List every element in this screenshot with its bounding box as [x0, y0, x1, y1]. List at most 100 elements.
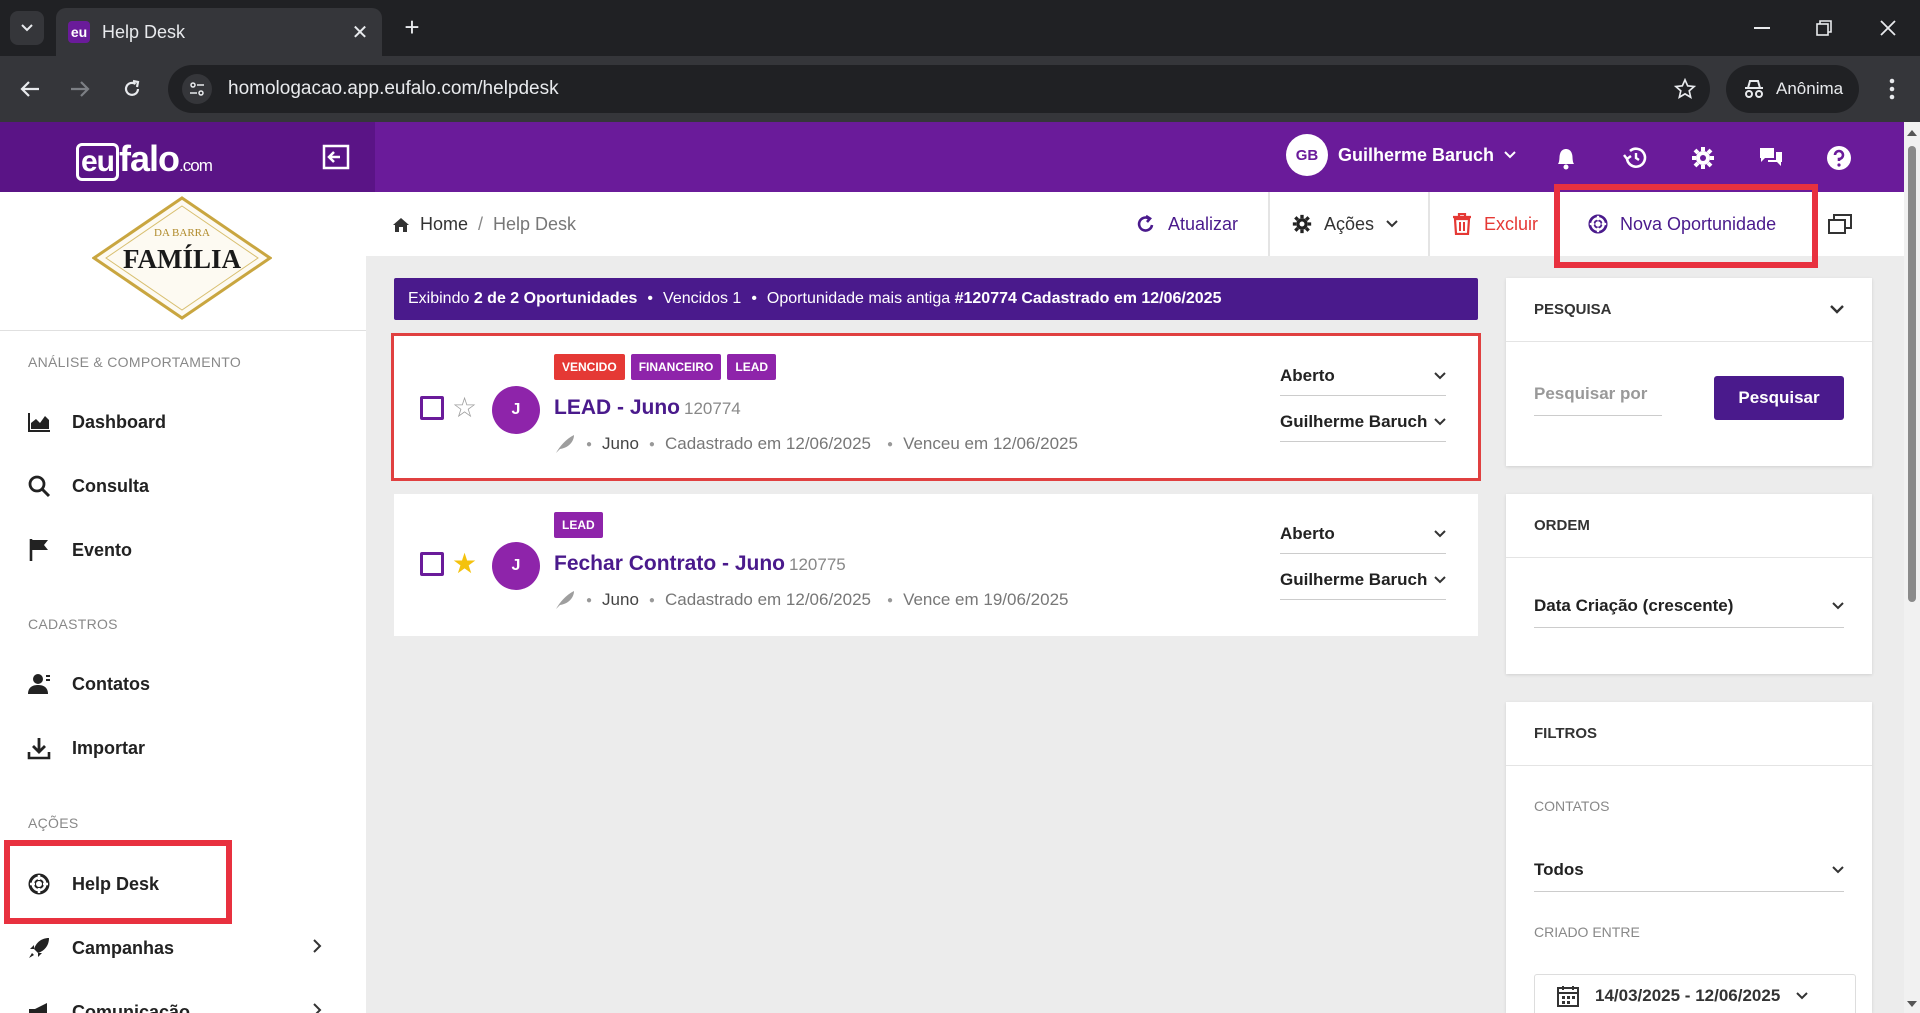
- refresh-button[interactable]: Atualizar: [1136, 192, 1238, 256]
- chevron-down-icon: [21, 24, 33, 32]
- collapse-sidebar-button[interactable]: [322, 144, 350, 170]
- status-select[interactable]: Aberto: [1280, 356, 1446, 396]
- tab-list-button[interactable]: [10, 11, 44, 45]
- breadcrumb-home[interactable]: Home: [420, 214, 468, 235]
- user-menu[interactable]: GB Guilherme Baruch: [1286, 134, 1516, 176]
- meta-bullet: ●: [887, 594, 894, 606]
- sidebar-item-label: Campanhas: [72, 937, 175, 958]
- status-select[interactable]: Aberto: [1280, 514, 1446, 554]
- highlight-box-new-opportunity: [1554, 184, 1818, 268]
- star-outline-icon[interactable]: ☆: [452, 394, 477, 422]
- settings-gear-icon[interactable]: [1689, 144, 1717, 172]
- sidebar-item-importar[interactable]: Importar: [26, 728, 346, 768]
- chevron-down-icon: [1832, 601, 1844, 609]
- date-range-picker[interactable]: 14/03/2025 - 12/06/2025: [1534, 974, 1856, 1013]
- summary-bullet: •: [751, 290, 757, 307]
- opportunity-title[interactable]: LEAD - Juno 120774: [554, 396, 741, 420]
- search-panel: PESQUISA Pesquisar por Pesquisar: [1506, 278, 1872, 466]
- section-title-acoes: AÇÕES: [28, 815, 79, 831]
- owner-select[interactable]: Guilherme Baruch: [1280, 560, 1446, 600]
- sidebar-item-label: Contatos: [72, 673, 150, 694]
- breadcrumb-separator: /: [478, 214, 484, 234]
- trash-icon: [1453, 213, 1471, 235]
- search-input[interactable]: Pesquisar por: [1534, 372, 1662, 416]
- order-select[interactable]: Data Criação (crescente): [1534, 584, 1844, 628]
- contacts-filter-select[interactable]: Todos: [1534, 848, 1844, 892]
- forward-button[interactable]: [64, 73, 96, 105]
- sidebar-item-dashboard[interactable]: Dashboard: [26, 402, 346, 442]
- sidebar-item-contatos[interactable]: Contatos: [26, 664, 346, 704]
- summary-bar: Exibindo 2 de 2 Oportunidades • Vencidos…: [394, 278, 1478, 320]
- chat-icon[interactable]: [1757, 144, 1785, 172]
- minimize-button[interactable]: [1744, 12, 1780, 44]
- back-button[interactable]: [14, 73, 46, 105]
- chevron-down-icon: [1434, 417, 1446, 425]
- tab-close-icon[interactable]: ✕: [348, 20, 372, 45]
- created-date: Cadastrado em 12/06/2025: [664, 434, 872, 453]
- created-between-label: CRIADO ENTRE: [1534, 924, 1640, 940]
- help-icon[interactable]: [1825, 144, 1853, 172]
- opportunity-meta: ● Juno ● Cadastrado em 12/06/2025 ● Venc…: [554, 434, 1078, 454]
- sidebar-item-evento[interactable]: Evento: [26, 530, 346, 570]
- scroll-thumb[interactable]: [1908, 146, 1916, 602]
- highlight-box-helpdesk: [4, 840, 232, 924]
- created-date: Cadastrado em 12/06/2025: [664, 590, 872, 609]
- delete-button[interactable]: Excluir: [1452, 192, 1538, 256]
- star-filled-icon[interactable]: ★: [452, 550, 477, 578]
- opportunity-id: 120774: [684, 399, 741, 418]
- incognito-indicator[interactable]: Anônima: [1726, 65, 1860, 113]
- logo-com: .com: [179, 156, 213, 175]
- restore-button[interactable]: [1806, 12, 1842, 44]
- contacts-icon: [26, 671, 52, 697]
- notifications-icon[interactable]: [1552, 144, 1580, 172]
- owner-value: Guilherme Baruch: [1280, 569, 1428, 589]
- opportunity-card[interactable]: ★ J LEAD Fechar Contrato - Juno 120775 ● …: [394, 494, 1478, 636]
- brand-logo[interactable]: DA BARRA FAMÍLIA: [92, 196, 272, 320]
- tag-list: VENCIDO FINANCEIRO LEAD: [554, 354, 777, 380]
- breadcrumb: Home / Help Desk: [392, 214, 576, 235]
- sidebar-item-label: Dashboard: [72, 411, 167, 432]
- date-range-value: 14/03/2025 - 12/06/2025: [1595, 986, 1781, 1005]
- order-panel-title: ORDEM: [1534, 517, 1590, 534]
- select-checkbox[interactable]: [420, 552, 444, 576]
- section-title-analise: ANÁLISE & COMPORTAMENTO: [28, 354, 242, 370]
- scroll-down-icon[interactable]: [1904, 997, 1920, 1011]
- scroll-up-icon[interactable]: [1904, 126, 1920, 140]
- home-icon: [393, 217, 409, 232]
- address-bar[interactable]: homologacao.app.eufalo.com/helpdesk: [168, 65, 1710, 113]
- incognito-icon: [1745, 80, 1763, 98]
- opportunity-title[interactable]: Fechar Contrato - Juno 120775: [554, 552, 846, 576]
- reload-button[interactable]: [116, 73, 148, 105]
- site-info-icon[interactable]: [182, 74, 212, 104]
- search-button[interactable]: Pesquisar: [1714, 376, 1844, 420]
- logo-area: eu falo.com: [0, 122, 375, 192]
- browser-menu-button[interactable]: [1876, 73, 1908, 105]
- history-icon[interactable]: [1621, 144, 1649, 172]
- eufalo-logo[interactable]: eu falo.com: [76, 138, 213, 181]
- tag-list: LEAD: [554, 512, 603, 538]
- close-window-button[interactable]: [1870, 12, 1906, 44]
- meta-bullet: ●: [887, 438, 894, 450]
- new-tab-button[interactable]: +: [396, 12, 428, 44]
- tag-badge: FINANCEIRO: [630, 354, 722, 380]
- actions-dropdown[interactable]: Ações: [1292, 192, 1398, 256]
- sidebar-item-campanhas[interactable]: Campanhas: [26, 928, 346, 968]
- app-header: eu falo.com GB Guilherme Baruch: [0, 122, 1904, 192]
- due-date: Vence em 19/06/2025: [903, 590, 1069, 609]
- summary-oldest: #120774 Cadastrado em 12/06/2025: [954, 290, 1222, 307]
- logo-eu: eu: [76, 143, 120, 181]
- select-checkbox[interactable]: [420, 396, 444, 420]
- opportunity-card[interactable]: ☆ J VENCIDO FINANCEIRO LEAD LEAD - Juno 1…: [391, 333, 1481, 481]
- restore-icon: [1816, 20, 1832, 36]
- owner-select[interactable]: Guilherme Baruch: [1280, 402, 1446, 442]
- page-scrollbar[interactable]: [1904, 122, 1920, 1013]
- sidebar-item-comunicacao[interactable]: Comunicação: [26, 992, 346, 1013]
- sidebar-item-consulta[interactable]: Consulta: [26, 466, 346, 506]
- chevron-down-icon: [1796, 992, 1808, 1000]
- bookmark-star-icon[interactable]: [1674, 78, 1696, 100]
- browser-tab-helpdesk[interactable]: eu Help Desk ✕: [56, 8, 382, 56]
- order-panel: ORDEM Data Criação (crescente): [1506, 494, 1872, 674]
- search-icon: [26, 473, 52, 499]
- open-window-button[interactable]: [1828, 192, 1852, 256]
- search-panel-header[interactable]: PESQUISA: [1506, 278, 1872, 342]
